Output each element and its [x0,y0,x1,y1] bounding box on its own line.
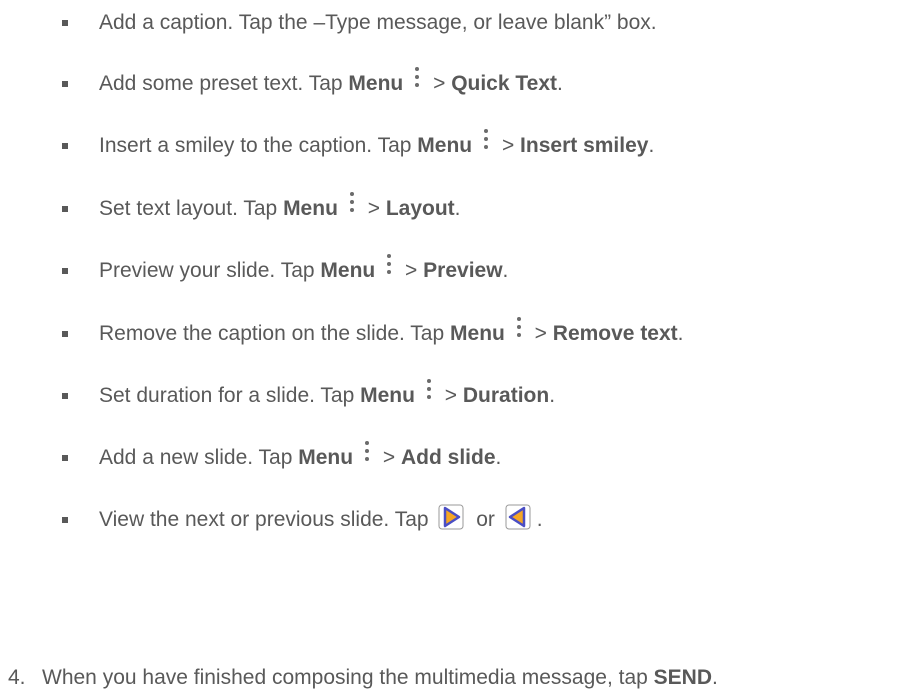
sentence-end: . [557,72,563,95]
list-item-text: Set text layout. Tap Menu > Layout . [99,192,461,224]
list-item-text: View the next or previous slide. Tap or … [99,504,543,536]
instruction-text: View the next or previous slide. Tap [99,508,435,531]
bullet-marker [62,143,68,149]
list-item-text: Add a new slide. Tap Menu > Add slide . [99,441,502,473]
menu-overflow-icon [361,437,373,467]
list-item-text: Preview your slide. Tap Menu > Preview . [99,254,509,286]
sentence-end: . [549,384,556,407]
separator: > [496,134,521,157]
instruction-text: Add some preset text. Tap [99,72,349,95]
menu-label: Menu [320,259,376,282]
menu-option-preview: Preview [423,259,503,282]
list-item-text: Set duration for a slide. Tap Menu > Dur… [99,379,556,411]
list-item-preview: Preview your slide. Tap Menu > Preview . [62,251,508,291]
separator: > [377,446,402,469]
step-4: 4. When you have finished composing the … [8,662,718,694]
separator: > [528,322,553,345]
instruction-text: Remove the caption on the slide. Tap [99,322,451,345]
bullet-marker [62,455,68,461]
sentence-end: . [712,666,718,689]
instruction-text: Set text layout. Tap [99,197,284,220]
sentence-end: . [648,134,655,157]
list-item-text: Insert a smiley to the caption. Tap Menu… [99,129,655,161]
menu-overflow-icon [411,63,423,93]
menu-option-insert-smiley: Insert smiley [520,134,649,157]
menu-label: Menu [417,134,473,157]
menu-option-duration: Duration [462,384,550,407]
list-item-layout: Set text layout. Tap Menu > Layout . [62,189,461,229]
bullet-marker [62,331,68,337]
separator: > [399,259,424,282]
bullet-marker [62,206,68,212]
sentence-end: . [495,446,502,469]
separator: > [427,72,452,95]
bullet-marker [62,517,68,523]
menu-overflow-icon [346,188,358,218]
step-number: 4. [8,666,26,689]
list-item-add-caption: Add a caption. Tap the –Type message, or… [62,3,657,43]
instruction-text: Set duration for a slide. Tap [99,384,361,407]
bullet-marker [62,20,68,26]
list-item-add-slide: Add a new slide. Tap Menu > Add slide . [62,438,501,478]
send-label: SEND [653,666,713,689]
list-item-remove-text: Remove the caption on the slide. Tap Men… [62,314,684,354]
list-item-text: Add a caption. Tap the –Type message, or… [99,11,657,35]
step-text: When you have finished composing the mul… [42,666,654,689]
next-slide-icon [438,504,464,536]
menu-overflow-icon [423,375,435,405]
caption-instruction: Add a caption. Tap the –Type message, or… [99,11,657,34]
list-item-insert-smiley: Insert a smiley to the caption. Tap Menu… [62,126,654,166]
menu-label: Menu [298,446,354,469]
menu-overflow-icon [513,313,525,343]
menu-option-remove-text: Remove text [552,322,678,345]
separator: > [361,197,386,220]
bullet-marker [62,268,68,274]
list-item-text: Remove the caption on the slide. Tap Men… [99,317,684,349]
conjunction-or: or [470,508,501,531]
menu-overflow-icon [480,125,492,155]
menu-label: Menu [283,197,338,220]
separator: > [438,384,463,407]
instruction-text: Insert a smiley to the caption. Tap [99,134,418,157]
sentence-end: . [454,197,461,220]
list-item-navigate-slides: View the next or previous slide. Tap or … [62,500,543,540]
menu-label: Menu [360,384,415,407]
menu-label: Menu [348,72,404,95]
previous-slide-icon [505,504,531,536]
menu-option-layout: Layout [385,197,455,220]
sentence-end: . [677,322,684,345]
bullet-marker [62,393,68,399]
instruction-text: Preview your slide. Tap [99,259,321,282]
menu-overflow-icon [383,250,395,280]
instruction-text: Add a new slide. Tap [99,446,299,469]
list-item-quick-text: Add some preset text. Tap Menu > Quick T… [62,64,563,104]
bullet-marker [62,81,68,87]
sentence-end: . [536,508,543,531]
menu-option-quick-text: Quick Text [451,72,557,95]
list-item-text: Add some preset text. Tap Menu > Quick T… [99,67,563,99]
document-page: Add a caption. Tap the –Type message, or… [0,0,918,698]
sentence-end: . [502,259,509,282]
list-item-duration: Set duration for a slide. Tap Menu > Dur… [62,376,555,416]
menu-label: Menu [450,322,505,345]
menu-option-add-slide: Add slide [401,446,496,469]
